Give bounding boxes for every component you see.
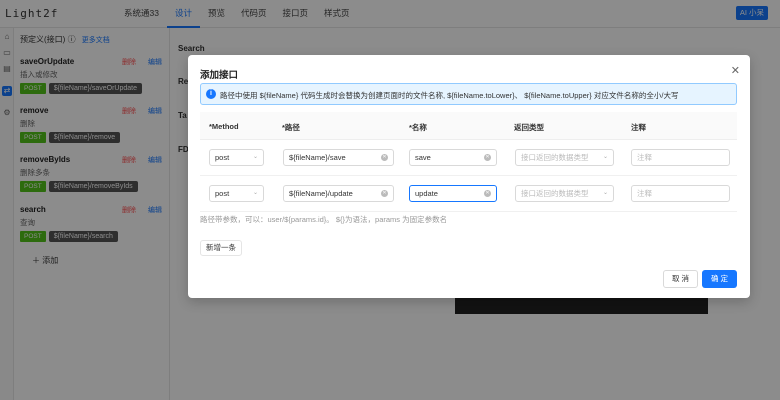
name-input[interactable]: update ✕ [409, 185, 497, 202]
ok-button[interactable]: 确 定 [702, 270, 737, 288]
col-path: *路径 [282, 123, 300, 132]
col-method: *Method [209, 122, 239, 131]
table-row: post ⌄ ${fileName}/save ✕ save ✕ 接口返回的数据类型 ⌄… [200, 140, 737, 176]
info-icon: i [206, 89, 216, 99]
clear-icon: ✕ [381, 154, 388, 161]
return-type-select[interactable]: 接口返回的数据类型 ⌄ [515, 185, 614, 202]
info-alert: i 路径中使用 ${fileName} 代码生成时会替换为创建页面时的文件名称,… [200, 83, 737, 105]
info-text: 路径中使用 ${fileName} 代码生成时会替换为创建页面时的文件名称, $… [220, 91, 679, 100]
comment-input[interactable]: 注释 [631, 185, 730, 202]
table-row: post ⌄ ${fileName}/update ✕ update ✕ 接口返回的数… [200, 176, 737, 212]
add-api-modal: 添加接口 ✕ i 路径中使用 ${fileName} 代码生成时会替换为创建页面… [188, 55, 750, 298]
clear-icon: ✕ [484, 190, 491, 197]
table-header: *Method *路径 *名称 返回类型 注释 [200, 112, 737, 140]
chevron-down-icon: ⌄ [602, 190, 608, 196]
return-type-select[interactable]: 接口返回的数据类型 ⌄ [515, 149, 614, 166]
col-comment: 注释 [631, 123, 646, 132]
api-table: *Method *路径 *名称 返回类型 注释 post ⌄ ${fileName… [200, 112, 737, 212]
method-select[interactable]: post ⌄ [209, 149, 264, 166]
method-select[interactable]: post ⌄ [209, 185, 264, 202]
path-hint: 路径带参数，可以：user/${params.id}。 ${}为语法，param… [200, 215, 448, 224]
add-row-button[interactable]: 新增一条 [200, 240, 242, 256]
clear-icon: ✕ [381, 190, 388, 197]
clear-icon: ✕ [484, 154, 491, 161]
cancel-button[interactable]: 取 消 [663, 270, 698, 288]
col-return: 返回类型 [514, 123, 544, 132]
path-input[interactable]: ${fileName}/save ✕ [283, 149, 394, 166]
path-input[interactable]: ${fileName}/update ✕ [283, 185, 394, 202]
comment-input[interactable]: 注释 [631, 149, 730, 166]
modal-title: 添加接口 [200, 70, 239, 81]
chevron-down-icon: ⌄ [252, 190, 258, 196]
name-input[interactable]: save ✕ [409, 149, 497, 166]
col-name: *名称 [409, 123, 427, 132]
chevron-down-icon: ⌄ [252, 154, 258, 160]
chevron-down-icon: ⌄ [602, 154, 608, 160]
close-icon[interactable]: ✕ [731, 64, 740, 77]
